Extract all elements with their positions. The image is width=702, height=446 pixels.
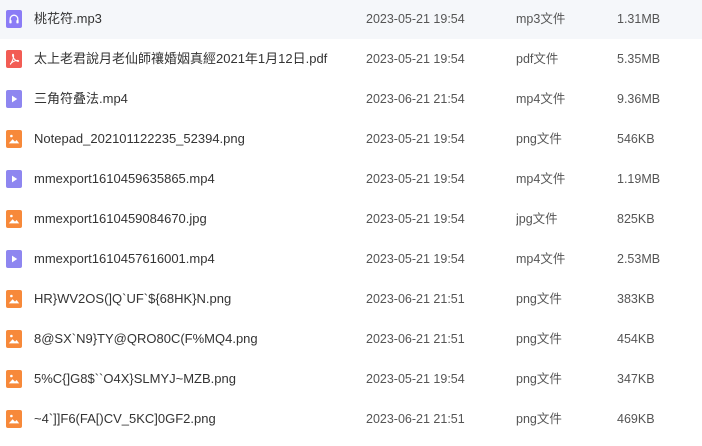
file-row[interactable]: 5%C{]G8$``O4X}SLMYJ~MZB.png 2023-05-21 19… [0, 359, 702, 399]
file-type: mp3文件 [516, 12, 566, 26]
file-name: 太上老君說月老仙師禳婚姻真經2021年1月12日.pdf [34, 51, 328, 66]
file-row[interactable]: mmexport1610457616001.mp4 2023-05-21 19:5… [0, 239, 702, 279]
file-size: 383KB [617, 292, 655, 306]
file-row[interactable]: 太上老君說月老仙師禳婚姻真經2021年1月12日.pdf 2023-05-21 1… [0, 39, 702, 79]
image-file-icon [6, 210, 22, 228]
file-row[interactable]: ~4`]]F6(FA[)CV_5KC]0GF2.png 2023-06-21 21… [0, 399, 702, 439]
file-name: mmexport1610457616001.mp4 [34, 251, 215, 266]
file-type: png文件 [516, 412, 562, 426]
video-file-icon [6, 90, 22, 108]
file-row[interactable]: 三角符叠法.mp4 2023-06-21 21:54 mp4文件 9.36MB [0, 79, 702, 119]
file-type: mp4文件 [516, 252, 566, 266]
file-type: mp4文件 [516, 172, 566, 186]
file-name: 8@SX`N9}TY@QRO80C(F%MQ4.png [34, 331, 258, 346]
pdf-file-icon [6, 50, 22, 68]
image-file-icon [6, 370, 22, 388]
file-type: png文件 [516, 132, 562, 146]
file-name: ~4`]]F6(FA[)CV_5KC]0GF2.png [34, 411, 216, 426]
file-name: mmexport1610459084670.jpg [34, 211, 207, 226]
file-type: jpg文件 [516, 212, 558, 226]
file-type: png文件 [516, 332, 562, 346]
file-type: png文件 [516, 372, 562, 386]
file-size: 5.35MB [617, 52, 661, 66]
file-name: 三角符叠法.mp4 [34, 91, 128, 106]
file-size: 469KB [617, 412, 655, 426]
modified-date: 2023-06-21 21:51 [366, 332, 465, 346]
file-type: mp4文件 [516, 92, 566, 106]
modified-date: 2023-05-21 19:54 [366, 212, 465, 226]
file-size: 825KB [617, 212, 655, 226]
file-size: 454KB [617, 332, 655, 346]
file-list: 桃花符.mp3 2023-05-21 19:54 mp3文件 1.31MB 太上老君說月… [0, 0, 702, 446]
file-size: 9.36MB [617, 92, 661, 106]
modified-date: 2023-05-21 19:54 [366, 12, 465, 26]
image-file-icon [6, 330, 22, 348]
file-size: 2.53MB [617, 252, 661, 266]
modified-date: 2023-05-21 19:54 [366, 132, 465, 146]
file-size: 1.31MB [617, 12, 661, 26]
file-name: HR}WV2OS(]Q`UF`${68HK}N.png [34, 291, 232, 306]
file-row[interactable]: 桃花符.mp3 2023-05-21 19:54 mp3文件 1.31MB [0, 0, 702, 39]
file-name: mmexport1610459635865.mp4 [34, 171, 215, 186]
file-name: 5%C{]G8$``O4X}SLMYJ~MZB.png [34, 371, 236, 386]
file-size: 546KB [617, 132, 655, 146]
file-row[interactable]: Notepad_202101122235_52394.png 2023-05-21… [0, 119, 702, 159]
file-size: 1.19MB [617, 172, 661, 186]
video-file-icon [6, 170, 22, 188]
file-row[interactable]: HR}WV2OS(]Q`UF`${68HK}N.png 2023-06-21 21… [0, 279, 702, 319]
video-file-icon [6, 250, 22, 268]
image-file-icon [6, 130, 22, 148]
modified-date: 2023-05-21 19:54 [366, 52, 465, 66]
file-type: pdf文件 [516, 52, 559, 66]
image-file-icon [6, 290, 22, 308]
modified-date: 2023-05-21 19:54 [366, 172, 465, 186]
modified-date: 2023-05-21 19:54 [366, 372, 465, 386]
file-name: 桃花符.mp3 [34, 11, 102, 26]
modified-date: 2023-06-21 21:51 [366, 412, 465, 426]
audio-file-icon [6, 10, 22, 28]
file-row[interactable]: mmexport1610459635865.mp4 2023-05-21 19:5… [0, 159, 702, 199]
file-row[interactable]: 8@SX`N9}TY@QRO80C(F%MQ4.png 2023-06-21 21… [0, 319, 702, 359]
modified-date: 2023-06-21 21:54 [366, 92, 465, 106]
modified-date: 2023-05-21 19:54 [366, 252, 465, 266]
file-type: png文件 [516, 292, 562, 306]
file-name: Notepad_202101122235_52394.png [34, 131, 245, 146]
modified-date: 2023-06-21 21:51 [366, 292, 465, 306]
image-file-icon [6, 410, 22, 428]
file-size: 347KB [617, 372, 655, 386]
file-row[interactable]: mmexport1610459084670.jpg 2023-05-21 19:5… [0, 199, 702, 239]
